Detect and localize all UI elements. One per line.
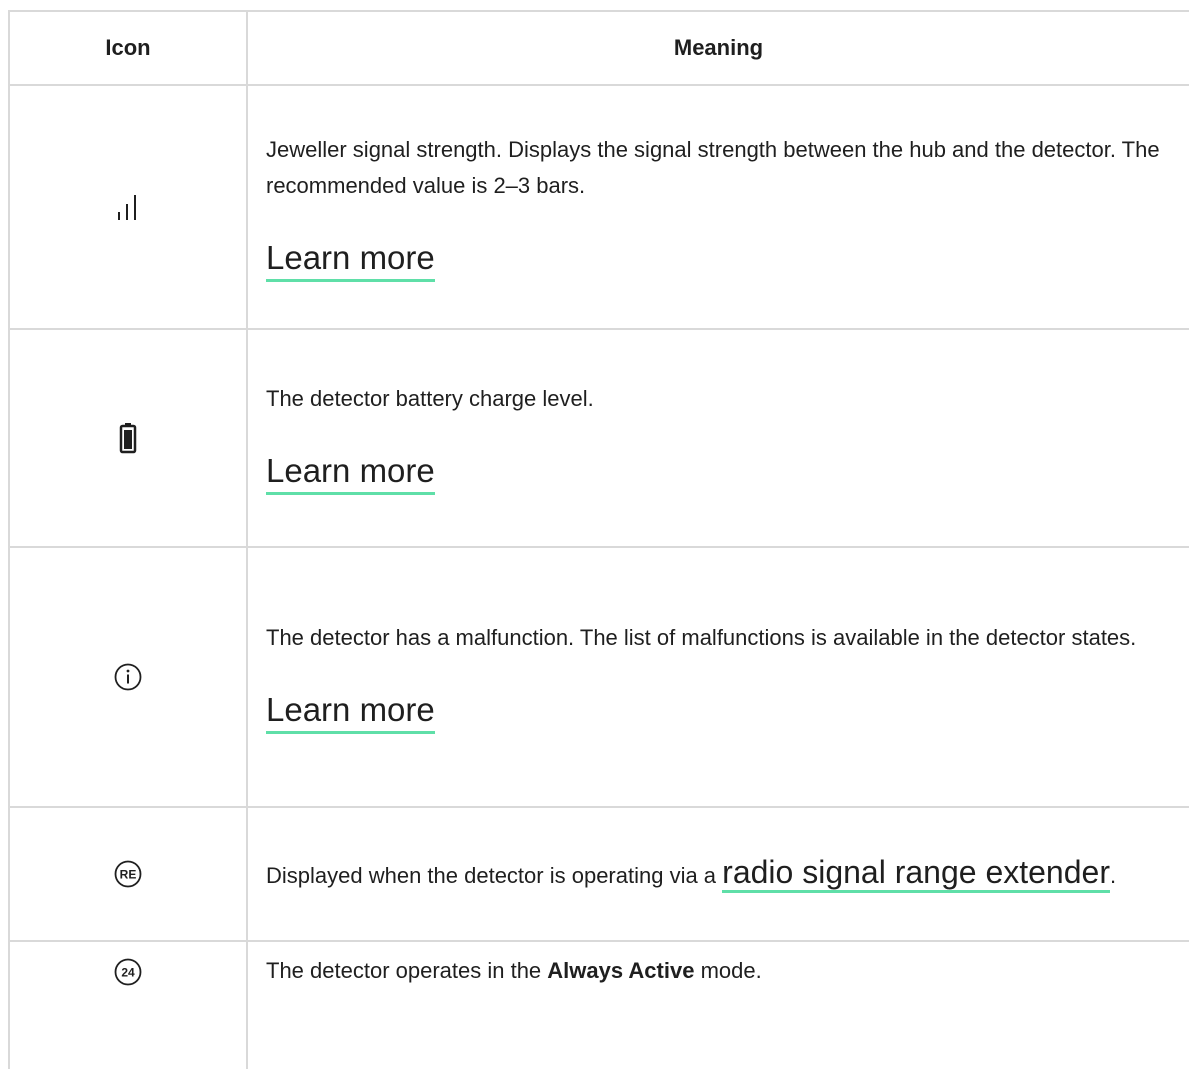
header-meaning: Meaning	[246, 10, 1189, 86]
table-row: The detector battery charge level. Learn…	[8, 328, 1189, 548]
always-active-icon-label: 24	[121, 966, 135, 980]
range-extender-icon-label: RE	[120, 868, 137, 882]
signal-strength-icon	[8, 84, 248, 330]
mode-name: Always Active	[547, 958, 695, 983]
row-description: The detector has a malfunction. The list…	[266, 625, 1137, 650]
learn-more-link[interactable]: Learn more	[266, 451, 435, 495]
row-description-after: .	[1109, 863, 1117, 888]
icons-table: Icon Meaning Jeweller signal strength. D…	[8, 10, 1189, 1069]
icons-table-container: Icon Meaning Jeweller signal strength. D…	[8, 10, 1189, 1069]
table-row: 24 The detector operates in the Always A…	[8, 940, 1189, 1069]
table-row: Jeweller signal strength. Displays the s…	[8, 84, 1189, 330]
learn-more-link[interactable]: Learn more	[266, 238, 435, 282]
table-row: RE Displayed when the detector is operat…	[8, 806, 1189, 942]
always-active-icon: 24	[8, 940, 248, 1069]
row-description-before: Displayed when the detector is operating…	[266, 863, 723, 888]
learn-more-link[interactable]: Learn more	[266, 690, 435, 734]
range-extender-icon: RE	[8, 806, 248, 942]
meaning-cell: The detector has a malfunction. The list…	[246, 546, 1189, 808]
meaning-cell: The detector battery charge level. Learn…	[246, 328, 1189, 548]
header-icon: Icon	[8, 10, 248, 86]
meaning-cell: Jeweller signal strength. Displays the s…	[246, 84, 1189, 330]
row-description-after: mode.	[694, 958, 762, 983]
row-description: The detector battery charge level.	[266, 386, 594, 411]
table-row: The detector has a malfunction. The list…	[8, 546, 1189, 808]
battery-icon	[8, 328, 248, 548]
row-description-before: The detector operates in the	[266, 958, 548, 983]
meaning-cell: The detector operates in the Always Acti…	[246, 940, 1189, 1069]
row-description: Jeweller signal strength. Displays the s…	[266, 137, 1160, 198]
table-header-row: Icon Meaning	[8, 10, 1189, 86]
range-extender-link[interactable]: radio signal range extender	[722, 854, 1110, 893]
meaning-cell: Displayed when the detector is operating…	[246, 806, 1189, 942]
info-icon	[8, 546, 248, 808]
